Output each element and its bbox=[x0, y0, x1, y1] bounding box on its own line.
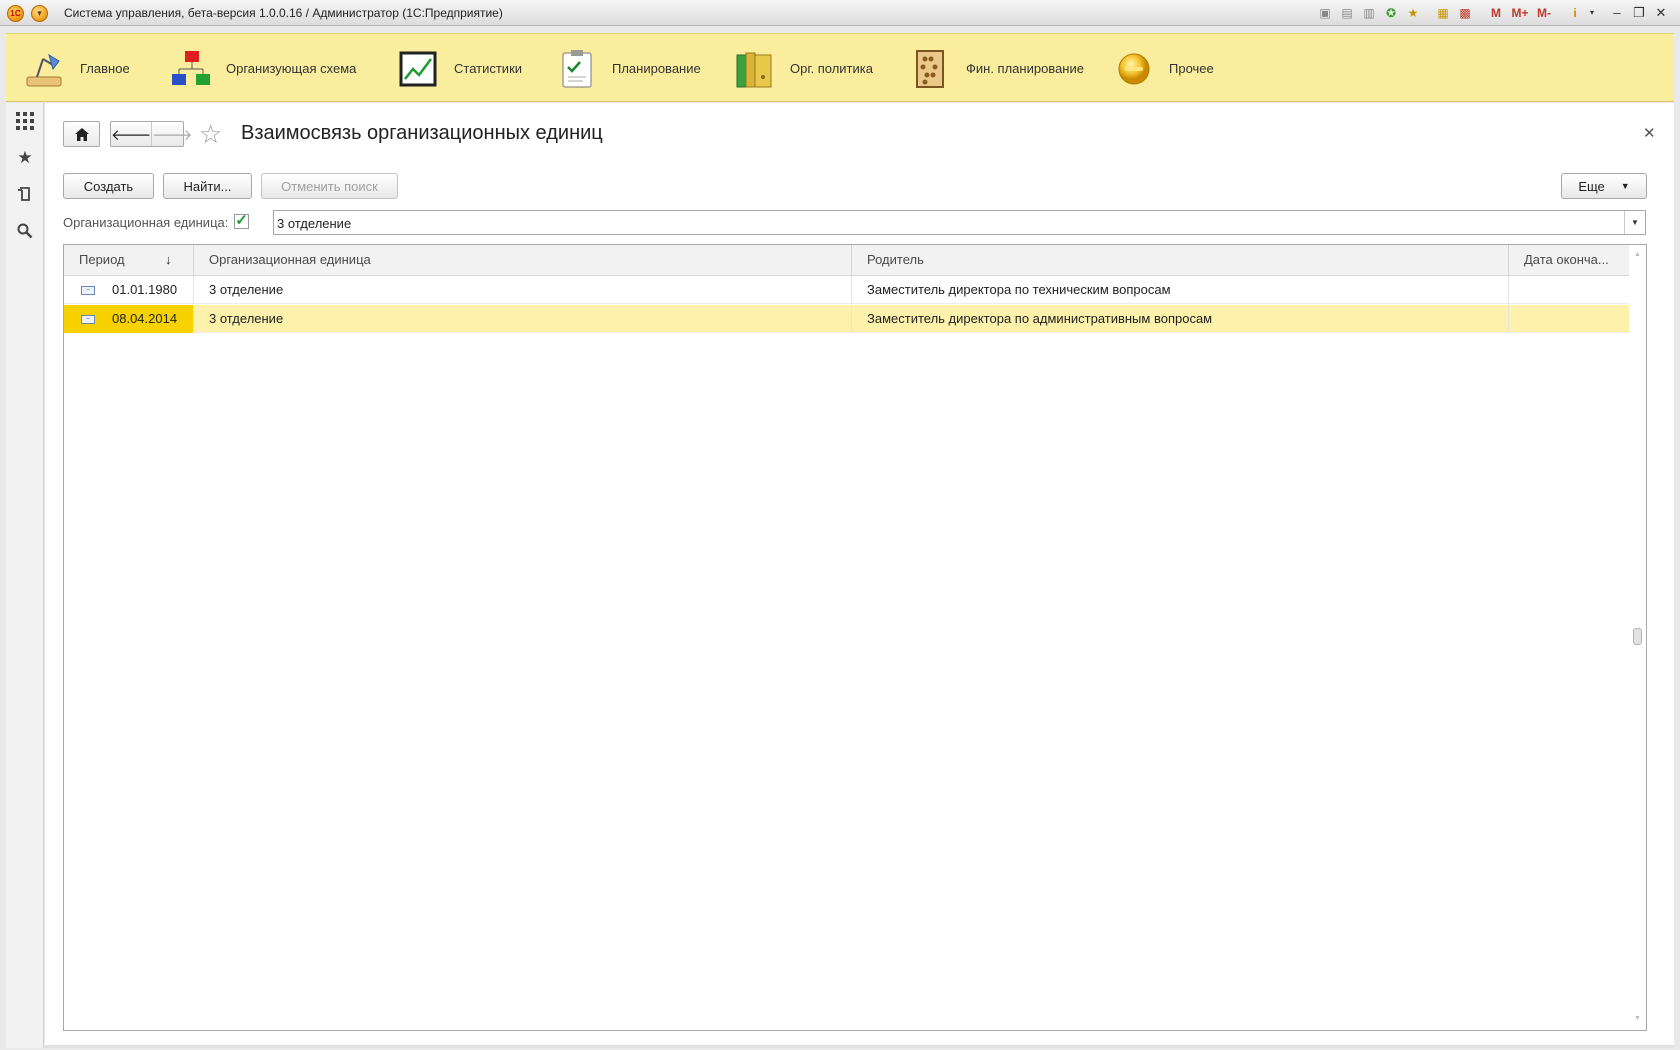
section-statistics[interactable]: Статистики bbox=[396, 34, 522, 103]
scrollbar-thumb[interactable] bbox=[1633, 628, 1642, 645]
cell-end-date bbox=[1509, 305, 1629, 333]
favorites-add-icon[interactable]: ★ bbox=[1402, 3, 1424, 23]
register-record-icon: ~ bbox=[81, 286, 95, 295]
main-menu-icon[interactable]: ▾ bbox=[31, 5, 48, 22]
filter-value: 3 отделение bbox=[277, 216, 352, 231]
favorites-star-icon[interactable]: ★ bbox=[6, 143, 44, 173]
window-title: Система управления, бета-версия 1.0.0.16… bbox=[64, 6, 503, 20]
cell-end-date bbox=[1509, 276, 1629, 304]
section-other[interactable]: Прочее bbox=[1111, 34, 1214, 103]
history-nav: 🡐 🡒 bbox=[110, 121, 192, 147]
cell-org-unit: 3 отделение bbox=[194, 305, 852, 333]
filter-label: Организационная единица: bbox=[63, 215, 229, 230]
statistics-chart-icon bbox=[396, 46, 442, 92]
save-icon[interactable]: ▣ bbox=[1314, 3, 1336, 23]
print-icon[interactable]: ▤ bbox=[1336, 3, 1358, 23]
add-to-favorites-star-icon[interactable]: ☆ bbox=[199, 120, 222, 148]
page-title: Взаимосвязь организационных единиц bbox=[241, 122, 603, 144]
period-value: 01.01.1980 bbox=[112, 282, 178, 297]
home-button[interactable] bbox=[63, 121, 100, 147]
section-org-policy[interactable]: Орг. политика bbox=[732, 34, 873, 103]
section-label: Фин. планирование bbox=[966, 61, 1084, 76]
restore-icon[interactable]: ❐ bbox=[1628, 3, 1650, 23]
minimize-icon[interactable]: – bbox=[1606, 3, 1628, 23]
search-icon[interactable] bbox=[6, 216, 44, 246]
info-dropdown-icon[interactable]: ▾ bbox=[1586, 3, 1598, 23]
forward-arrow-icon[interactable]: 🡒 bbox=[152, 122, 192, 146]
print-preview-icon[interactable]: ▥ bbox=[1358, 3, 1380, 23]
checkmark-icon: ✓ bbox=[235, 212, 248, 229]
section-label: Орг. политика bbox=[790, 61, 873, 76]
yellow-circle-icon bbox=[1111, 46, 1157, 92]
period-value: 08.04.2014 bbox=[112, 311, 178, 326]
close-window-icon[interactable]: ✕ bbox=[1650, 3, 1672, 23]
vertical-scrollbar[interactable]: ▲ ▼ bbox=[1629, 245, 1646, 1030]
chevron-down-icon: ▼ bbox=[1620, 181, 1630, 191]
bottom-edge bbox=[45, 1045, 1674, 1048]
section-label: Главное bbox=[80, 61, 130, 76]
scroll-up-icon[interactable]: ▲ bbox=[1634, 251, 1641, 258]
section-org-scheme[interactable]: Организующая схема bbox=[168, 34, 356, 103]
column-header-period[interactable]: Период ↓ bbox=[64, 245, 194, 275]
section-label: Прочее bbox=[1169, 61, 1214, 76]
column-header-end-date[interactable]: Дата оконча... bbox=[1509, 245, 1629, 275]
app-logo-icon[interactable]: 1С bbox=[7, 5, 24, 22]
section-label: Организующая схема bbox=[226, 61, 357, 76]
abacus-icon bbox=[908, 46, 954, 92]
more-button-label: Еще bbox=[1578, 178, 1605, 194]
more-button[interactable]: Еще ▼ bbox=[1561, 173, 1647, 199]
org-chart-icon bbox=[168, 46, 214, 92]
section-label: Статистики bbox=[454, 61, 523, 76]
data-table: Период ↓ Организационная единица Родител… bbox=[63, 244, 1647, 1031]
find-button[interactable]: Найти... bbox=[163, 173, 252, 199]
cell-period: ~ 01.01.1980 bbox=[64, 276, 194, 304]
calendar-icon[interactable]: ▩ bbox=[1454, 3, 1476, 23]
filter-checkbox[interactable]: ✓ bbox=[234, 212, 249, 229]
cell-parent: Заместитель директора по административны… bbox=[852, 305, 1509, 333]
back-arrow-icon[interactable]: 🡐 bbox=[111, 122, 153, 146]
section-planning[interactable]: Планирование bbox=[554, 34, 701, 103]
info-icon[interactable]: i bbox=[1564, 3, 1586, 23]
cell-parent: Заместитель директора по техническим воп… bbox=[852, 276, 1509, 304]
close-form-icon[interactable]: ✕ bbox=[1643, 124, 1656, 142]
cancel-search-button[interactable]: Отменить поиск bbox=[261, 173, 398, 199]
sections-panel: Главное Организующая схема Статистики Пл… bbox=[6, 33, 1674, 102]
column-header-parent[interactable]: Родитель bbox=[852, 245, 1509, 275]
column-header-org-unit[interactable]: Организационная единица bbox=[194, 245, 852, 275]
home-icon bbox=[74, 127, 89, 141]
checklist-clipboard-icon bbox=[554, 46, 600, 92]
cell-org-unit: 3 отделение bbox=[194, 276, 852, 304]
register-record-icon: ~ bbox=[81, 315, 95, 324]
table-header: Период ↓ Организационная единица Родител… bbox=[64, 245, 1629, 276]
window-title-bar: 1С ▾ Система управления, бета-версия 1.0… bbox=[0, 0, 1680, 26]
navigate-icon[interactable]: ✪ bbox=[1380, 3, 1402, 23]
section-fin-planning[interactable]: Фин. планирование bbox=[908, 34, 1084, 103]
calculator-icon[interactable]: ▦ bbox=[1432, 3, 1454, 23]
section-label: Планирование bbox=[612, 61, 701, 76]
table-row[interactable]: ~ 01.01.1980 3 отделение Заместитель дир… bbox=[64, 276, 1629, 304]
memory-plus-button[interactable]: M+ bbox=[1508, 3, 1532, 23]
section-main[interactable]: Главное bbox=[22, 34, 130, 103]
left-toolbar: ★ bbox=[6, 103, 44, 1048]
filter-dropdown-icon[interactable]: ▼ bbox=[1624, 211, 1645, 234]
grid-menu-icon[interactable] bbox=[6, 106, 44, 136]
cell-period: ~ 08.04.2014 bbox=[64, 305, 194, 333]
title-toolbar: ▣ ▤ ▥ ✪ ★ ▦ ▩ M M+ M- i ▾ – ❐ ✕ bbox=[1314, 3, 1672, 23]
column-header-label: Период bbox=[79, 252, 125, 267]
table-row-selected[interactable]: ~ 08.04.2014 3 отделение Заместитель дир… bbox=[64, 305, 1629, 333]
binders-icon bbox=[732, 46, 778, 92]
memory-m-button[interactable]: M bbox=[1484, 3, 1508, 23]
filter-value-field[interactable]: 3 отделение ▼ bbox=[273, 210, 1646, 235]
sort-desc-icon: ↓ bbox=[165, 252, 172, 267]
memory-minus-button[interactable]: M- bbox=[1532, 3, 1556, 23]
history-icon[interactable] bbox=[6, 179, 44, 209]
desk-lamp-icon bbox=[22, 46, 68, 92]
create-button[interactable]: Создать bbox=[63, 173, 154, 199]
scroll-down-icon[interactable]: ▼ bbox=[1634, 1015, 1641, 1022]
